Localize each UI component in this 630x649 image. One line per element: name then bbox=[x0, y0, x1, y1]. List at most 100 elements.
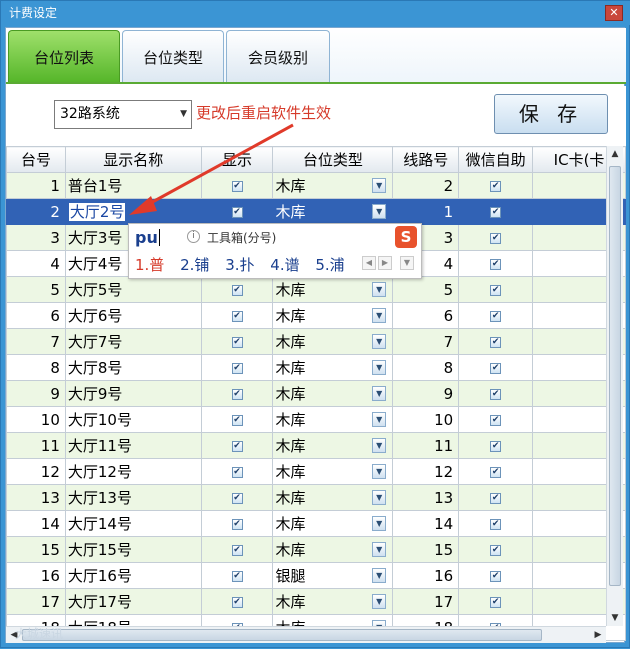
tab-table-list[interactable]: 台位列表 bbox=[8, 30, 120, 82]
cell-name[interactable]: 大厅15号 bbox=[64, 536, 202, 563]
cell-type[interactable]: 木库 ▼ bbox=[272, 328, 394, 355]
cell-wechat[interactable]: ✔ bbox=[458, 302, 534, 329]
cell-name[interactable]: 大厅16号 bbox=[64, 562, 202, 589]
system-select[interactable]: 32路系统 ▼ bbox=[54, 100, 192, 129]
cell-wechat[interactable]: ✔ bbox=[458, 250, 534, 277]
cell-no[interactable]: 1 bbox=[6, 172, 66, 199]
cell-wechat[interactable]: ✔ bbox=[458, 276, 534, 303]
cell-show[interactable]: ✔ bbox=[200, 484, 274, 511]
table-row[interactable]: 11 大厅11号 ✔ 木库 ▼ 11 ✔ bbox=[6, 432, 626, 459]
wechat-checkbox[interactable]: ✔ bbox=[490, 310, 502, 322]
show-checkbox[interactable]: ✔ bbox=[231, 284, 243, 296]
wechat-checkbox[interactable]: ✔ bbox=[490, 180, 502, 192]
chevron-down-icon[interactable]: ▼ bbox=[372, 178, 387, 193]
cell-line[interactable]: 7 bbox=[392, 328, 460, 355]
cell-wechat[interactable]: ✔ bbox=[458, 328, 534, 355]
column-header-line[interactable]: 线路号 bbox=[392, 146, 460, 173]
cell-name[interactable]: 大厅11号 bbox=[64, 432, 202, 459]
column-header-show[interactable]: 显示 bbox=[200, 146, 274, 173]
cell-wechat[interactable]: ✔ bbox=[458, 224, 534, 251]
table-row[interactable]: 9 大厅9号 ✔ 木库 ▼ 9 ✔ bbox=[6, 380, 626, 407]
table-row[interactable]: 8 大厅8号 ✔ 木库 ▼ 8 ✔ bbox=[6, 354, 626, 381]
show-checkbox[interactable]: ✔ bbox=[231, 336, 243, 348]
cell-wechat[interactable]: ✔ bbox=[458, 536, 534, 563]
cell-type[interactable]: 木库 ▼ bbox=[272, 172, 394, 199]
cell-show[interactable]: ✔ bbox=[200, 536, 274, 563]
cell-name[interactable]: 大厅13号 bbox=[64, 484, 202, 511]
cell-name[interactable]: 大厅17号 bbox=[64, 588, 202, 615]
ime-prev-page-icon[interactable]: ◀ bbox=[362, 256, 376, 270]
show-checkbox[interactable]: ✔ bbox=[231, 206, 243, 218]
cell-line[interactable]: 8 bbox=[392, 354, 460, 381]
cell-no[interactable]: 12 bbox=[6, 458, 66, 485]
table-row[interactable]: 1 普台1号 ✔ 木库 ▼ 2 ✔ bbox=[6, 172, 626, 199]
cell-type[interactable]: 木库 ▼ bbox=[272, 510, 394, 537]
show-checkbox[interactable]: ✔ bbox=[231, 414, 243, 426]
cell-show[interactable]: ✔ bbox=[200, 276, 274, 303]
cell-name[interactable]: 大厅7号 bbox=[64, 328, 202, 355]
cell-line[interactable]: 2 bbox=[392, 172, 460, 199]
cell-type[interactable]: 木库 ▼ bbox=[272, 198, 394, 225]
cell-wechat[interactable]: ✔ bbox=[458, 406, 534, 433]
cell-show[interactable]: ✔ bbox=[200, 198, 274, 225]
table-row[interactable]: 14 大厅14号 ✔ 木库 ▼ 14 ✔ bbox=[6, 510, 626, 537]
cell-name[interactable]: 大厅9号 bbox=[64, 380, 202, 407]
cell-no[interactable]: 15 bbox=[6, 536, 66, 563]
chevron-down-icon[interactable]: ▼ bbox=[372, 360, 387, 375]
cell-show[interactable]: ✔ bbox=[200, 302, 274, 329]
cell-no[interactable]: 3 bbox=[6, 224, 66, 251]
wechat-checkbox[interactable]: ✔ bbox=[490, 206, 502, 218]
show-checkbox[interactable]: ✔ bbox=[231, 362, 243, 374]
cell-show[interactable]: ✔ bbox=[200, 172, 274, 199]
cell-name[interactable]: 大厅6号 bbox=[64, 302, 202, 329]
title-bar[interactable]: 计费设定 bbox=[1, 1, 630, 25]
tab-table-type[interactable]: 台位类型 bbox=[122, 30, 224, 82]
wechat-checkbox[interactable]: ✔ bbox=[490, 544, 502, 556]
cell-no[interactable]: 16 bbox=[6, 562, 66, 589]
cell-show[interactable]: ✔ bbox=[200, 588, 274, 615]
cell-wechat[interactable]: ✔ bbox=[458, 432, 534, 459]
save-button[interactable]: 保 存 bbox=[494, 94, 608, 134]
show-checkbox[interactable]: ✔ bbox=[231, 518, 243, 530]
vertical-scroll-thumb[interactable] bbox=[609, 166, 621, 586]
ime-candidate-3[interactable]: 3.扑 bbox=[225, 256, 254, 274]
cell-name[interactable]: 大厅10号 bbox=[64, 406, 202, 433]
chevron-down-icon[interactable]: ▼ bbox=[372, 542, 387, 557]
wechat-checkbox[interactable]: ✔ bbox=[490, 284, 502, 296]
cell-no[interactable]: 17 bbox=[6, 588, 66, 615]
cell-no[interactable]: 7 bbox=[6, 328, 66, 355]
show-checkbox[interactable]: ✔ bbox=[231, 570, 243, 582]
wechat-checkbox[interactable]: ✔ bbox=[490, 362, 502, 374]
cell-line[interactable]: 9 bbox=[392, 380, 460, 407]
cell-wechat[interactable]: ✔ bbox=[458, 588, 534, 615]
scroll-right-icon[interactable]: ▶ bbox=[590, 627, 606, 643]
chevron-down-icon[interactable]: ▼ bbox=[372, 490, 387, 505]
cell-line[interactable]: 11 bbox=[392, 432, 460, 459]
scroll-up-icon[interactable]: ▲ bbox=[607, 146, 623, 162]
cell-type[interactable]: 木库 ▼ bbox=[272, 276, 394, 303]
show-checkbox[interactable]: ✔ bbox=[231, 180, 243, 192]
cell-show[interactable]: ✔ bbox=[200, 406, 274, 433]
chevron-down-icon[interactable]: ▼ bbox=[372, 282, 387, 297]
cell-line[interactable]: 5 bbox=[392, 276, 460, 303]
column-header-wechat[interactable]: 微信自助 bbox=[458, 146, 534, 173]
show-checkbox[interactable]: ✔ bbox=[231, 440, 243, 452]
cell-no[interactable]: 2 bbox=[6, 198, 66, 225]
chevron-down-icon[interactable]: ▼ bbox=[372, 334, 387, 349]
scroll-down-icon[interactable]: ▼ bbox=[607, 610, 623, 626]
cell-no[interactable]: 4 bbox=[6, 250, 66, 277]
cell-wechat[interactable]: ✔ bbox=[458, 172, 534, 199]
wechat-checkbox[interactable]: ✔ bbox=[490, 492, 502, 504]
table-row[interactable]: 5 大厅5号 ✔ 木库 ▼ 5 ✔ bbox=[6, 276, 626, 303]
chevron-down-icon[interactable]: ▼ bbox=[372, 464, 387, 479]
cell-line[interactable]: 12 bbox=[392, 458, 460, 485]
table-row[interactable]: 6 大厅6号 ✔ 木库 ▼ 6 ✔ bbox=[6, 302, 626, 329]
wechat-checkbox[interactable]: ✔ bbox=[490, 466, 502, 478]
show-checkbox[interactable]: ✔ bbox=[231, 492, 243, 504]
chevron-down-icon[interactable]: ▼ bbox=[372, 438, 387, 453]
table-row[interactable]: 2 大厅2号 ✔ 木库 ▼ 1 ✔ bbox=[6, 198, 626, 225]
cell-no[interactable]: 9 bbox=[6, 380, 66, 407]
show-checkbox[interactable]: ✔ bbox=[231, 544, 243, 556]
column-header-type[interactable]: 台位类型 bbox=[272, 146, 394, 173]
chevron-down-icon[interactable]: ▼ bbox=[372, 412, 387, 427]
